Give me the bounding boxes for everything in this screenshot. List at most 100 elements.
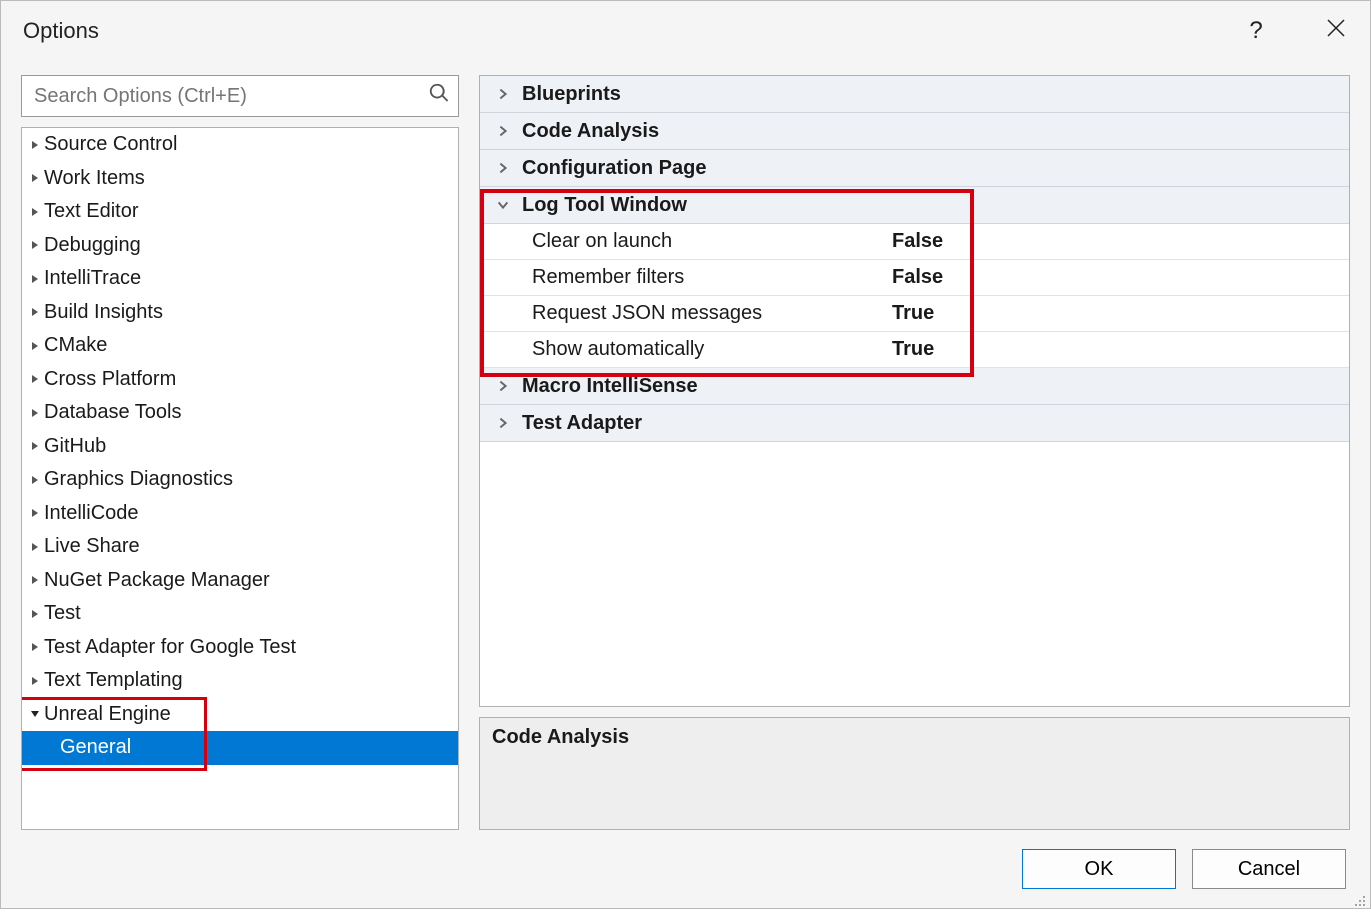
tree-item[interactable]: Text Templating: [22, 664, 458, 698]
chevron-right-icon[interactable]: [28, 374, 42, 384]
category-row[interactable]: Test Adapter: [480, 405, 1349, 442]
tree-item[interactable]: Unreal Engine: [22, 698, 458, 732]
chevron-right-icon[interactable]: [28, 240, 42, 250]
tree-item-label: Text Editor: [44, 200, 138, 223]
help-icon[interactable]: ?: [1236, 17, 1276, 45]
tree-item[interactable]: Cross Platform: [22, 363, 458, 397]
tree-item-label: GitHub: [44, 435, 106, 458]
tree-item-label: CMake: [44, 334, 107, 357]
tree-item[interactable]: GitHub: [22, 430, 458, 464]
tree-item-label: Build Insights: [44, 301, 163, 324]
chevron-right-icon[interactable]: [28, 542, 42, 552]
chevron-right-icon[interactable]: [28, 408, 42, 418]
tree-item[interactable]: IntelliTrace: [22, 262, 458, 296]
chevron-right-icon[interactable]: [28, 441, 42, 451]
chevron-right-icon[interactable]: [28, 140, 42, 150]
chevron-right-icon[interactable]: [492, 379, 514, 393]
chevron-right-icon[interactable]: [28, 575, 42, 585]
property-row[interactable]: Remember filtersFalse: [480, 260, 1349, 296]
tree-item-label: IntelliCode: [44, 502, 139, 525]
tree-item[interactable]: Debugging: [22, 229, 458, 263]
cancel-button[interactable]: Cancel: [1192, 849, 1346, 889]
tree-container: Source Control Work Items Text Editor Debug…: [21, 127, 459, 830]
tree-item[interactable]: Live Share: [22, 530, 458, 564]
property-value[interactable]: True: [890, 302, 1349, 325]
category-row[interactable]: Macro IntelliSense: [480, 368, 1349, 405]
tree-item[interactable]: CMake: [22, 329, 458, 363]
property-row[interactable]: Show automaticallyTrue: [480, 332, 1349, 368]
tree-item-label: Graphics Diagnostics: [44, 468, 233, 491]
tree-item-label: Work Items: [44, 167, 145, 190]
tree-item[interactable]: Source Control: [22, 128, 458, 162]
search-input[interactable]: [32, 84, 418, 109]
tree-item[interactable]: Text Editor: [22, 195, 458, 229]
left-pane: Source Control Work Items Text Editor Debug…: [21, 75, 459, 830]
chevron-right-icon[interactable]: [28, 207, 42, 217]
tree-item[interactable]: Work Items: [22, 162, 458, 196]
property-label: Clear on launch: [480, 230, 890, 253]
category-row[interactable]: Configuration Page: [480, 150, 1349, 187]
chevron-right-icon[interactable]: [28, 173, 42, 183]
category-row[interactable]: Blueprints: [480, 76, 1349, 113]
property-value[interactable]: True: [890, 338, 1349, 361]
titlebar: Options ?: [1, 1, 1370, 61]
dialog-title: Options: [23, 18, 99, 44]
resize-grip-icon[interactable]: [1352, 890, 1366, 904]
property-value[interactable]: False: [890, 266, 1349, 289]
tree-item-label: Live Share: [44, 535, 140, 558]
chevron-down-icon[interactable]: [492, 198, 514, 212]
chevron-right-icon[interactable]: [492, 416, 514, 430]
chevron-right-icon[interactable]: [28, 475, 42, 485]
chevron-right-icon[interactable]: [28, 274, 42, 284]
window-controls: ?: [1236, 17, 1356, 45]
description-title: Code Analysis: [492, 726, 1337, 749]
footer: OK Cancel: [1, 830, 1370, 908]
property-label: Request JSON messages: [480, 302, 890, 325]
property-row[interactable]: Clear on launchFalse: [480, 224, 1349, 260]
tree-item-label: Unreal Engine: [44, 703, 171, 726]
category-row[interactable]: Code Analysis: [480, 113, 1349, 150]
chevron-right-icon[interactable]: [28, 508, 42, 518]
property-label: Remember filters: [480, 266, 890, 289]
tree-scroll[interactable]: Source Control Work Items Text Editor Debug…: [22, 128, 458, 829]
chevron-right-icon[interactable]: [28, 642, 42, 652]
tree-item-label: Test: [44, 602, 81, 625]
tree-item-label: Source Control: [44, 133, 177, 156]
search-wrap: [21, 75, 459, 117]
tree-item-label: Database Tools: [44, 401, 182, 424]
category-row[interactable]: Log Tool Window: [480, 187, 1349, 224]
tree-item-label: Debugging: [44, 234, 141, 257]
description-panel: Code Analysis: [479, 717, 1350, 830]
chevron-right-icon[interactable]: [492, 87, 514, 101]
tree-item[interactable]: IntelliCode: [22, 497, 458, 531]
tree-item[interactable]: Test Adapter for Google Test: [22, 631, 458, 665]
chevron-right-icon[interactable]: [28, 609, 42, 619]
category-label: Macro IntelliSense: [522, 375, 698, 398]
tree-item[interactable]: Graphics Diagnostics: [22, 463, 458, 497]
tree-child-item[interactable]: General: [22, 731, 458, 765]
chevron-down-icon[interactable]: [28, 709, 42, 719]
tree-item[interactable]: Build Insights: [22, 296, 458, 330]
options-dialog: Options ? Source Control Work Items Text E…: [0, 0, 1371, 909]
tree-item[interactable]: NuGet Package Manager: [22, 564, 458, 598]
ok-button[interactable]: OK: [1022, 849, 1176, 889]
dialog-body: Source Control Work Items Text Editor Debug…: [1, 61, 1370, 830]
category-label: Blueprints: [522, 83, 621, 106]
chevron-right-icon[interactable]: [28, 676, 42, 686]
tree-item-label: Cross Platform: [44, 368, 176, 391]
chevron-right-icon[interactable]: [28, 341, 42, 351]
search-icon[interactable]: [428, 82, 450, 110]
chevron-right-icon[interactable]: [28, 307, 42, 317]
close-icon[interactable]: [1316, 17, 1356, 45]
chevron-right-icon[interactable]: [492, 161, 514, 175]
property-value[interactable]: False: [890, 230, 1349, 253]
category-label: Test Adapter: [522, 412, 642, 435]
chevron-right-icon[interactable]: [492, 124, 514, 138]
tree-item-label: NuGet Package Manager: [44, 569, 270, 592]
tree-item[interactable]: Test: [22, 597, 458, 631]
category-label: Log Tool Window: [522, 194, 687, 217]
property-row[interactable]: Request JSON messagesTrue: [480, 296, 1349, 332]
tree-item[interactable]: Database Tools: [22, 396, 458, 430]
category-label: Configuration Page: [522, 157, 706, 180]
tree-item-label: Text Templating: [44, 669, 183, 692]
